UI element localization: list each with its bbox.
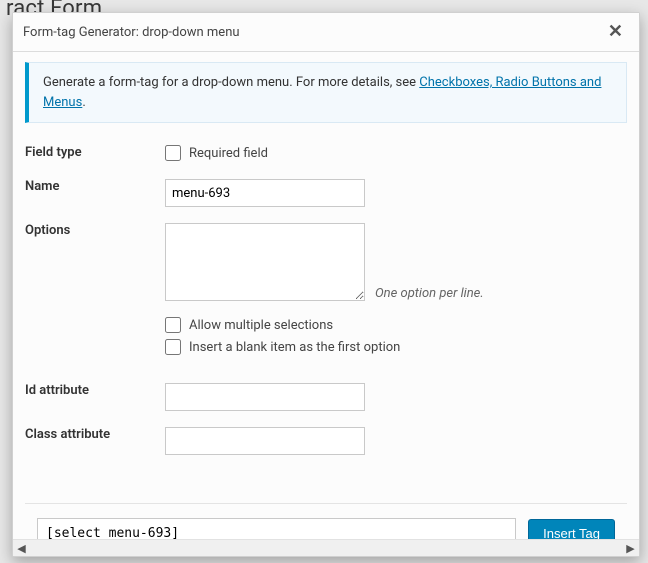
insert-tag-button[interactable]: Insert Tag [528, 519, 615, 540]
label-field-type: Field type [25, 137, 165, 171]
options-hint: One option per line. [375, 286, 484, 301]
allow-multiple-wrap[interactable]: Allow multiple selections [165, 317, 621, 333]
scroll-track[interactable] [30, 540, 622, 556]
dialog-titlebar: Form-tag Generator: drop-down menu ✕ [13, 13, 639, 52]
viewport: ract Form Form-tag Generator: drop-down … [0, 0, 648, 563]
form-fields-table: Field type Required field Name [25, 137, 627, 463]
info-box: Generate a form-tag for a drop-down menu… [25, 62, 627, 123]
required-checkbox[interactable] [165, 145, 181, 161]
scroll-right-arrow-icon[interactable]: ▶ [622, 540, 639, 557]
close-icon[interactable]: ✕ [604, 21, 627, 43]
scroll-left-arrow-icon[interactable]: ◀ [13, 540, 30, 557]
horizontal-scrollbar[interactable]: ◀ ▶ [13, 539, 639, 556]
info-text-after: . [82, 95, 85, 110]
label-name: Name [25, 171, 165, 215]
insert-blank-wrap[interactable]: Insert a blank item as the first option [165, 339, 621, 355]
options-textarea[interactable] [165, 223, 365, 301]
label-options: Options [25, 215, 165, 309]
dialog-scroll-area[interactable]: Generate a form-tag for a drop-down menu… [13, 52, 639, 539]
required-label: Required field [189, 146, 268, 161]
dialog-body: Generate a form-tag for a drop-down menu… [13, 52, 639, 556]
name-input[interactable] [165, 179, 365, 207]
generated-tag-input[interactable] [37, 518, 516, 539]
class-attribute-input[interactable] [165, 427, 365, 455]
insert-blank-checkbox[interactable] [165, 339, 181, 355]
dialog-title: Form-tag Generator: drop-down menu [23, 25, 240, 40]
required-field-wrap[interactable]: Required field [165, 145, 621, 161]
tag-row: Insert Tag [37, 518, 615, 539]
insert-blank-label: Insert a blank item as the first option [189, 340, 400, 355]
label-id-attribute: Id attribute [25, 365, 165, 419]
dialog-footer: Insert Tag To use the value input throug… [25, 503, 627, 539]
id-attribute-input[interactable] [165, 383, 365, 411]
label-class-attribute: Class attribute [25, 419, 165, 463]
info-text-before: Generate a form-tag for a drop-down menu… [43, 75, 419, 90]
form-tag-generator-dialog: Form-tag Generator: drop-down menu ✕ Gen… [12, 12, 640, 557]
allow-multiple-label: Allow multiple selections [189, 318, 333, 333]
allow-multiple-checkbox[interactable] [165, 317, 181, 333]
